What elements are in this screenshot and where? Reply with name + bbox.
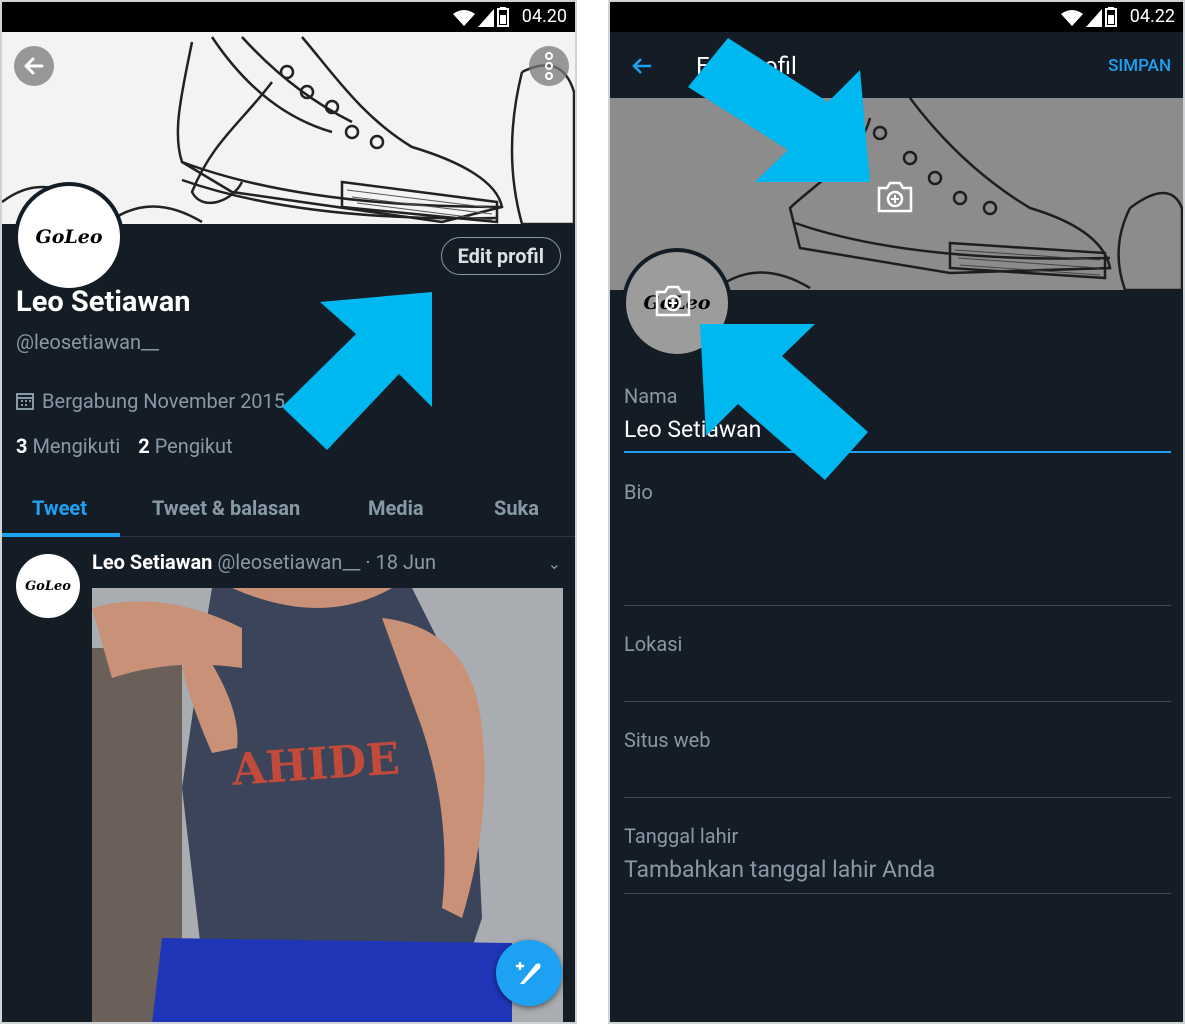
tab-likes[interactable]: Suka bbox=[494, 496, 539, 520]
birthdate-field[interactable]: Tambahkan tanggal lahir Anda bbox=[624, 856, 935, 883]
tab-tweet-replies[interactable]: Tweet & balasan bbox=[152, 496, 300, 520]
status-bar: 04.22 bbox=[610, 2, 1183, 32]
battery-icon bbox=[1105, 7, 1117, 27]
signal-icon bbox=[1086, 9, 1102, 27]
tweet-avatar[interactable]: GoLeo bbox=[16, 554, 80, 618]
calendar-icon bbox=[16, 393, 34, 410]
bio-field[interactable]: Bio bbox=[624, 480, 653, 504]
more-options-button[interactable] bbox=[529, 46, 569, 86]
back-arrow-icon bbox=[24, 57, 44, 75]
profile-avatar[interactable]: GoLeo bbox=[14, 182, 124, 292]
profile-screen: 04.20 GoLeo Edit profil Leo Setiawan @le… bbox=[0, 0, 577, 1024]
annotation-arrow-banner bbox=[688, 38, 870, 182]
chevron-down-icon[interactable]: ⌄ bbox=[548, 554, 561, 573]
save-button[interactable]: SIMPAN bbox=[1108, 56, 1171, 76]
back-button[interactable] bbox=[14, 46, 54, 86]
status-time: 04.20 bbox=[521, 6, 567, 27]
location-field[interactable]: Lokasi bbox=[624, 632, 682, 656]
more-vert-icon bbox=[545, 52, 553, 80]
profile-handle: @leosetiawan__ bbox=[16, 330, 160, 354]
location-underline bbox=[624, 701, 1171, 702]
name-label: Nama bbox=[624, 384, 678, 408]
compose-tweet-button[interactable] bbox=[496, 940, 562, 1006]
tweet-author-name[interactable]: Leo Setiawan bbox=[92, 550, 212, 574]
birthdate-label: Tanggal lahir bbox=[624, 824, 739, 848]
active-tab-indicator bbox=[2, 533, 120, 537]
tweet-meta: @leosetiawan__ · 18 Jun bbox=[217, 550, 437, 574]
status-bar: 04.20 bbox=[2, 2, 575, 32]
profile-tabs: Tweet Tweet & balasan Media Suka bbox=[2, 480, 575, 537]
website-field[interactable]: Situs web bbox=[624, 728, 710, 752]
tweet-media-image[interactable]: AHIDE bbox=[92, 588, 563, 1022]
bio-underline bbox=[624, 605, 1171, 606]
website-underline bbox=[624, 797, 1171, 798]
edit-profile-button[interactable]: Edit profil bbox=[440, 237, 561, 275]
birthdate-underline bbox=[624, 893, 1171, 894]
compose-tweet-icon bbox=[516, 962, 541, 984]
wifi-icon bbox=[453, 10, 475, 26]
followers-link[interactable]: 2 Pengikut bbox=[138, 434, 232, 458]
following-link[interactable]: 3 Mengikuti bbox=[16, 434, 120, 458]
annotation-arrow-edit-profile bbox=[282, 292, 432, 450]
change-avatar-button[interactable] bbox=[653, 284, 693, 318]
signal-icon bbox=[478, 9, 494, 27]
edit-profile-screen: 04.22 Edit profil SIMPAN GoLeo bbox=[608, 0, 1185, 1024]
follow-stats: 3 Mengikuti 2 Pengikut bbox=[16, 434, 233, 458]
tweet-header: Leo Setiawan @leosetiawan__ · 18 Jun bbox=[92, 550, 436, 574]
tab-media[interactable]: Media bbox=[368, 496, 424, 520]
profile-name: Leo Setiawan bbox=[16, 285, 191, 319]
back-arrow-icon[interactable] bbox=[630, 54, 654, 78]
annotation-arrow-avatar bbox=[700, 324, 868, 480]
camera-add-icon bbox=[655, 285, 691, 317]
joined-date: Bergabung November 2015 bbox=[16, 389, 285, 413]
wifi-icon bbox=[1061, 10, 1083, 26]
status-time: 04.22 bbox=[1129, 6, 1175, 27]
battery-icon bbox=[497, 7, 509, 27]
tab-tweet[interactable]: Tweet bbox=[32, 496, 87, 520]
